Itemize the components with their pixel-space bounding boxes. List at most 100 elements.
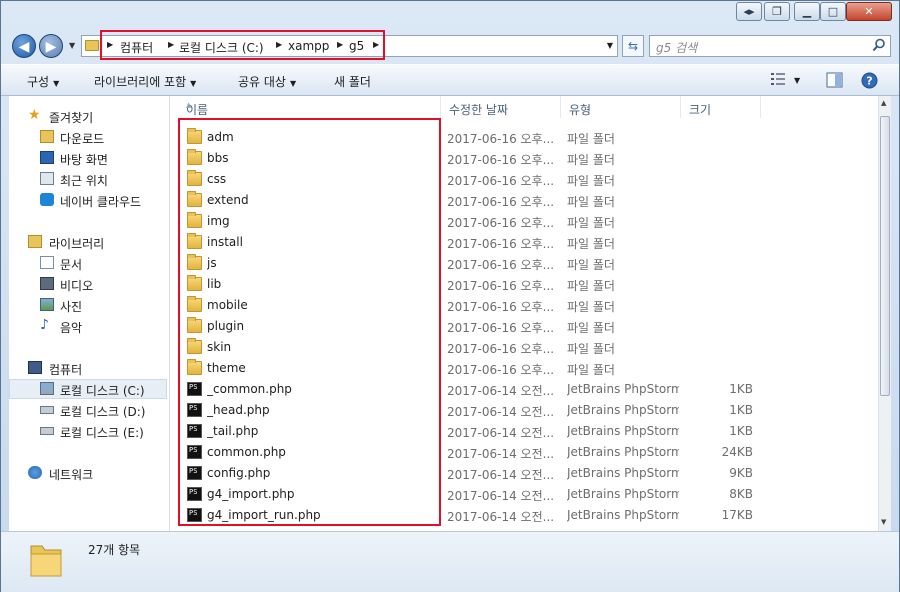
column-header-type[interactable]: 유형	[561, 96, 681, 118]
file-type: JetBrains PhpStorm	[567, 403, 679, 417]
column-date-label: 수정한 날짜	[449, 103, 509, 117]
scroll-up-icon[interactable]: ▲	[881, 99, 886, 107]
star-icon: ★	[28, 107, 41, 123]
file-type: 파일 폴더	[567, 237, 615, 251]
file-type: 파일 폴더	[567, 258, 615, 272]
nav-recent-places-label: 최근 위치	[60, 174, 108, 188]
file-size: 8KB	[729, 487, 753, 501]
file-type: 파일 폴더	[567, 279, 615, 293]
forward-button[interactable]: ▶	[39, 34, 63, 58]
command-bar: 구성 ▼ 라이브러리에 포함 ▼ 공유 대상 ▼ 새 폴더 ▼ ?	[1, 64, 899, 96]
nav-computer[interactable]: 컴퓨터	[9, 358, 167, 378]
explorer-window: ◂▸ ❐ ▁ □ ✕ ◀ ▶ ▼ ▶ 컴퓨터 ▶ 로컬 디스크 (C:) ▶ x…	[0, 0, 900, 592]
back-button[interactable]: ◀	[12, 34, 36, 58]
folder-icon	[30, 545, 62, 577]
refresh-button[interactable]: ⇆	[622, 35, 644, 57]
new-folder-button[interactable]: 새 폴더	[334, 73, 371, 90]
file-type: 파일 폴더	[567, 300, 615, 314]
file-type: 파일 폴더	[567, 363, 615, 377]
file-size: 1KB	[729, 403, 753, 417]
share-with-label: 공유 대상	[238, 75, 286, 89]
close-button[interactable]: ✕	[846, 2, 892, 21]
video-icon	[40, 277, 54, 290]
include-library-button[interactable]: 라이브러리에 포함 ▼	[94, 73, 196, 90]
scroll-down-icon[interactable]: ▼	[881, 518, 886, 526]
nav-videos[interactable]: 비디오	[9, 274, 167, 294]
details-pane: 27개 항목	[1, 531, 899, 592]
nav-naver-cloud-label: 네이버 클라우드	[60, 195, 142, 209]
help-icon[interactable]: ?	[861, 72, 878, 89]
nav-favorites[interactable]: ★ 즐겨찾기	[9, 106, 167, 126]
chevron-down-icon: ▼	[190, 79, 197, 88]
file-date: 2017-06-16 오후...	[447, 300, 555, 314]
organize-button[interactable]: 구성 ▼	[27, 73, 59, 90]
nav-libraries[interactable]: 라이브러리	[9, 232, 167, 252]
file-date: 2017-06-14 오전...	[447, 447, 555, 461]
nav-naver-cloud[interactable]: 네이버 클라우드	[9, 190, 167, 210]
file-date: 2017-06-16 오후...	[447, 174, 555, 188]
network-icon	[28, 466, 42, 479]
maximize-button[interactable]: □	[820, 2, 846, 21]
nav-pictures[interactable]: 사진	[9, 295, 167, 315]
system-drive-icon	[40, 382, 54, 395]
nav-documents[interactable]: 문서	[9, 253, 167, 273]
include-library-label: 라이브러리에 포함	[94, 75, 187, 89]
file-date: 2017-06-14 오전...	[447, 426, 555, 440]
nav-local-disk-c-label: 로컬 디스크 (C:)	[60, 384, 145, 398]
column-header-date[interactable]: 수정한 날짜	[441, 96, 561, 118]
scrollbar-thumb[interactable]	[880, 116, 890, 396]
svg-text:?: ?	[866, 75, 872, 88]
library-icon	[28, 235, 42, 248]
downloads-folder-icon	[40, 130, 54, 143]
file-type: JetBrains PhpStorm	[567, 382, 679, 396]
minimize-button[interactable]: ▁	[794, 2, 820, 21]
chevron-down-icon: ▼	[289, 79, 297, 88]
search-input[interactable]: g5 검색	[649, 35, 891, 57]
column-header-size[interactable]: 크기	[681, 96, 761, 118]
vertical-scrollbar[interactable]: ▲ ▼	[878, 96, 891, 531]
file-type: 파일 폴더	[567, 132, 615, 146]
column-header-name[interactable]: 이름 ▲	[178, 96, 441, 118]
file-date: 2017-06-14 오전...	[447, 468, 555, 482]
file-type: 파일 폴더	[567, 321, 615, 335]
recent-pages-dropdown[interactable]: ▼	[69, 41, 75, 50]
file-date: 2017-06-16 오후...	[447, 195, 555, 209]
file-type: JetBrains PhpStorm	[567, 466, 679, 480]
sort-ascending-icon: ▲	[186, 101, 192, 109]
search-icon[interactable]	[872, 38, 886, 52]
chevron-down-icon: ▼	[53, 79, 60, 88]
nav-local-disk-e-label: 로컬 디스크 (E:)	[60, 426, 144, 440]
file-date: 2017-06-16 오후...	[447, 342, 555, 356]
folder-icon	[85, 40, 99, 51]
nav-local-disk-c[interactable]: 로컬 디스크 (C:)	[9, 379, 167, 399]
desktop-icon	[40, 151, 54, 164]
nav-desktop[interactable]: 바탕 화면	[9, 148, 167, 168]
snap-icon[interactable]: ◂▸	[736, 2, 762, 21]
organize-label: 구성	[27, 75, 50, 89]
view-options-icon[interactable]	[770, 72, 786, 86]
nav-recent-places[interactable]: 최근 위치	[9, 169, 167, 189]
file-date: 2017-06-16 오후...	[447, 216, 555, 230]
cloud-icon	[40, 193, 54, 206]
chevron-down-icon[interactable]: ▼	[794, 76, 800, 85]
file-size: 1KB	[729, 382, 753, 396]
file-type: JetBrains PhpStorm	[567, 445, 679, 459]
nav-network[interactable]: 네트워크	[9, 463, 167, 483]
file-type: JetBrains PhpStorm	[567, 424, 679, 438]
preview-pane-icon[interactable]	[826, 72, 843, 88]
file-size: 1KB	[729, 424, 753, 438]
chevron-down-icon[interactable]: ▼	[607, 41, 613, 50]
nav-downloads-label: 다운로드	[60, 132, 105, 146]
recent-places-icon	[40, 172, 54, 185]
share-with-button[interactable]: 공유 대상 ▼	[238, 73, 296, 90]
nav-documents-label: 문서	[60, 258, 83, 272]
nav-local-disk-d[interactable]: 로컬 디스크 (D:)	[9, 400, 167, 420]
nav-local-disk-e[interactable]: 로컬 디스크 (E:)	[9, 421, 167, 441]
nav-music[interactable]: ♪ 음악	[9, 316, 167, 336]
file-date: 2017-06-16 오후...	[447, 258, 555, 272]
file-size: 9KB	[729, 466, 753, 480]
nav-downloads[interactable]: 다운로드	[9, 127, 167, 147]
navigation-pane: ★ 즐겨찾기 다운로드 바탕 화면 최근 위치 네이버 클라우드 라이브러리 문…	[9, 96, 170, 531]
restore-view-icon[interactable]: ❐	[764, 2, 790, 21]
file-date: 2017-06-16 오후...	[447, 132, 555, 146]
